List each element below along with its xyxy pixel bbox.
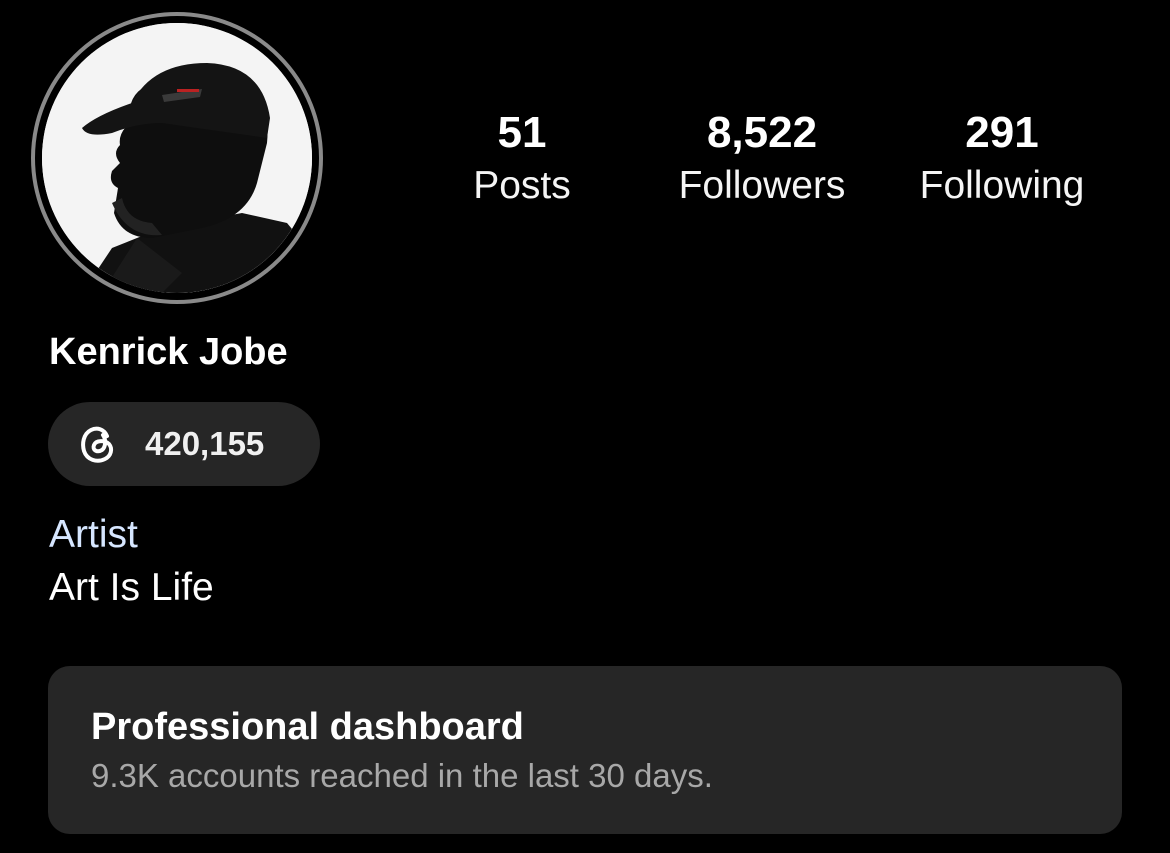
followers-stat[interactable]: 8,522 Followers bbox=[662, 108, 862, 214]
posts-count: 51 bbox=[497, 108, 547, 157]
followers-count: 8,522 bbox=[706, 108, 818, 157]
profile-category: Artist bbox=[49, 513, 138, 556]
following-stat[interactable]: 291 Following bbox=[902, 108, 1102, 214]
dashboard-title: Professional dashboard bbox=[91, 706, 524, 748]
profile-stats: 51 Posts 8,522 Followers 291 Following bbox=[0, 108, 1170, 218]
professional-dashboard-card[interactable]: Professional dashboard 9.3K accounts rea… bbox=[48, 666, 1122, 834]
posts-stat[interactable]: 51 Posts bbox=[442, 108, 602, 214]
threads-badge-button[interactable]: 420,155 bbox=[48, 402, 320, 486]
profile-bio: Art Is Life bbox=[49, 566, 214, 609]
posts-label: Posts bbox=[473, 164, 571, 207]
following-count: 291 bbox=[965, 108, 1039, 157]
threads-count: 420,155 bbox=[145, 425, 265, 462]
threads-icon bbox=[78, 423, 118, 465]
followers-label: Followers bbox=[678, 164, 846, 207]
dashboard-subtitle: 9.3K accounts reached in the last 30 day… bbox=[91, 757, 713, 794]
display-name: Kenrick Jobe bbox=[49, 331, 288, 373]
following-label: Following bbox=[919, 164, 1085, 207]
